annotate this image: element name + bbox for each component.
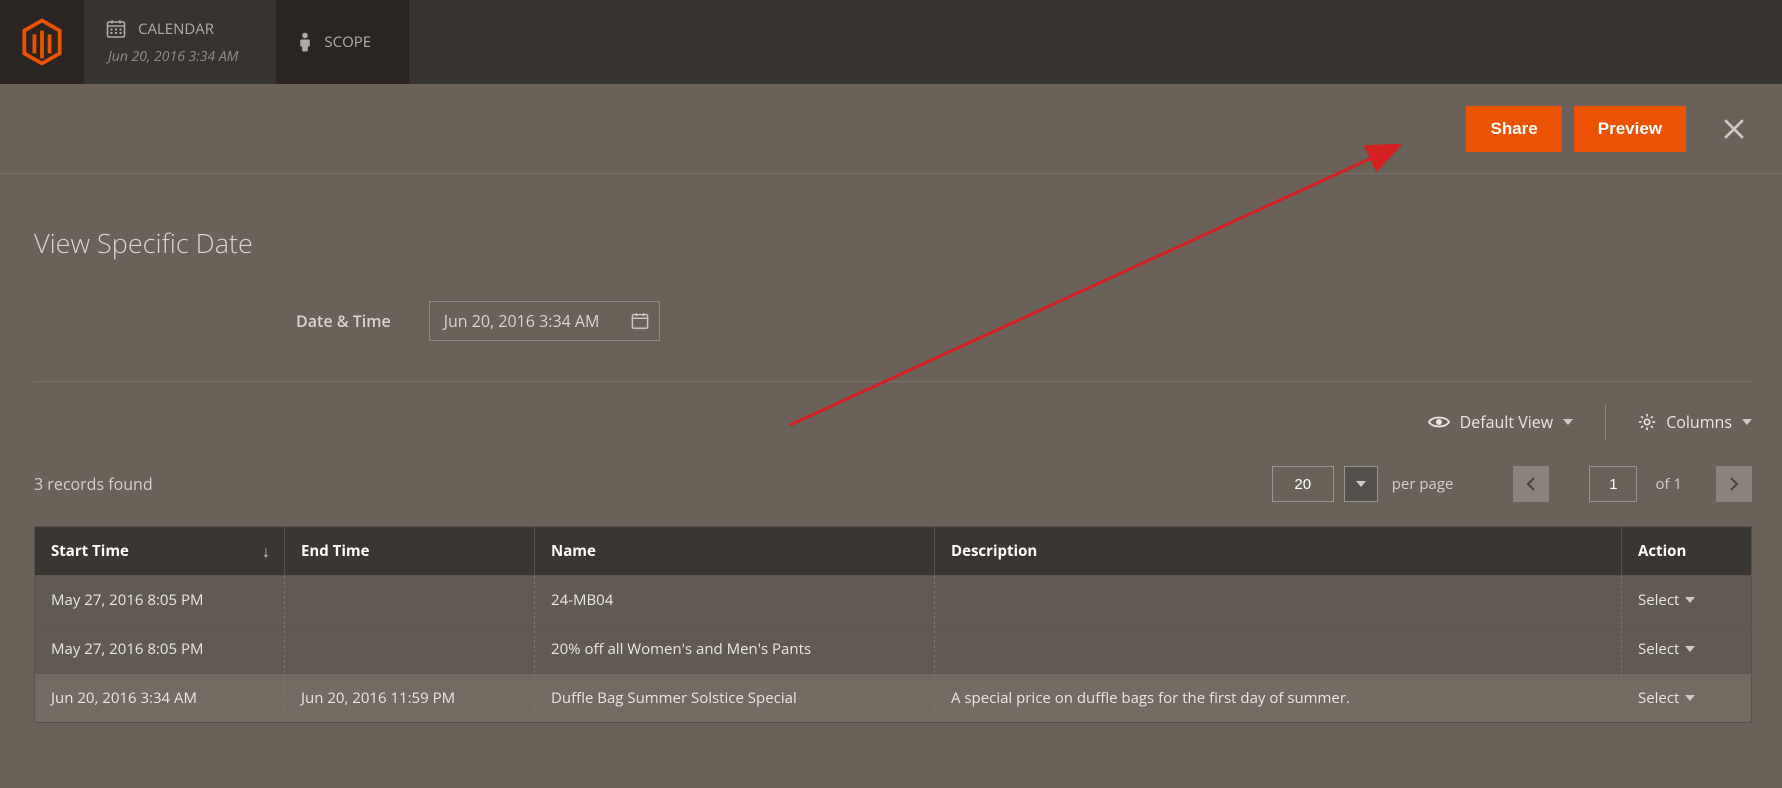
chevron-down-icon <box>1563 419 1573 425</box>
cell-name: 20% off all Women's and Men's Pants <box>535 625 935 674</box>
date-time-value: Jun 20, 2016 3:34 AM <box>444 310 600 332</box>
chevron-down-icon <box>1742 419 1752 425</box>
records-found-text: 3 records found <box>34 473 153 495</box>
cell-start: May 27, 2016 8:05 PM <box>35 576 285 625</box>
chevron-down-icon <box>1685 597 1695 603</box>
cell-end: Jun 20, 2016 11:59 PM <box>285 674 535 723</box>
chevron-down-icon <box>1685 646 1695 652</box>
select-action[interactable]: Select <box>1638 639 1695 659</box>
pager: per page of 1 <box>1272 466 1752 502</box>
chevron-down-icon <box>1685 695 1695 701</box>
topbar-spacer <box>409 0 1782 84</box>
content: View Specific Date Date & Time Jun 20, 2… <box>0 174 1782 723</box>
tab-scope[interactable]: SCOPE <box>276 0 409 84</box>
toolbar-divider <box>1605 404 1606 440</box>
page-input[interactable] <box>1589 466 1637 502</box>
per-page-input[interactable] <box>1272 466 1334 502</box>
cell-action: Select <box>1622 625 1752 674</box>
cell-desc: A special price on duffle bags for the f… <box>935 674 1622 723</box>
cell-name: 24-MB04 <box>535 576 935 625</box>
person-icon <box>298 32 312 52</box>
next-page-button[interactable] <box>1716 466 1752 502</box>
close-icon <box>1723 118 1745 140</box>
date-time-row: Date & Time Jun 20, 2016 3:34 AM <box>34 301 1752 382</box>
col-header-end-time[interactable]: End Time <box>285 527 535 576</box>
columns-dropdown[interactable]: Columns <box>1638 411 1752 433</box>
col-header-start-time[interactable]: Start Time ↓ <box>35 527 285 576</box>
tab-calendar-label: CALENDAR <box>138 19 214 39</box>
cell-name: Duffle Bag Summer Solstice Special <box>535 674 935 723</box>
calendar-icon <box>631 312 649 330</box>
col-header-action[interactable]: Action <box>1622 527 1752 576</box>
magento-logo-icon <box>21 18 63 66</box>
sort-desc-icon: ↓ <box>262 540 270 562</box>
gear-icon <box>1638 413 1656 431</box>
col-header-name[interactable]: Name <box>535 527 935 576</box>
chevron-down-icon <box>1356 481 1366 487</box>
chevron-right-icon <box>1729 477 1739 491</box>
table-row[interactable]: May 27, 2016 8:05 PM 24-MB04 Select <box>35 576 1752 625</box>
magento-logo <box>0 0 84 84</box>
preview-button[interactable]: Preview <box>1574 106 1686 152</box>
eye-icon <box>1428 415 1450 429</box>
date-time-input[interactable]: Jun 20, 2016 3:34 AM <box>429 301 661 341</box>
chevron-left-icon <box>1526 477 1536 491</box>
default-view-label: Default View <box>1460 411 1554 433</box>
per-page-label: per page <box>1392 474 1454 494</box>
per-page-dropdown[interactable] <box>1344 466 1378 502</box>
share-button[interactable]: Share <box>1466 106 1561 152</box>
cell-start: May 27, 2016 8:05 PM <box>35 625 285 674</box>
table-row[interactable]: May 27, 2016 8:05 PM 20% off all Women's … <box>35 625 1752 674</box>
select-action[interactable]: Select <box>1638 688 1695 708</box>
data-grid: Start Time ↓ End Time Name Description A… <box>34 526 1752 723</box>
cell-action: Select <box>1622 674 1752 723</box>
cell-action: Select <box>1622 576 1752 625</box>
cell-desc <box>935 576 1622 625</box>
tab-scope-label: SCOPE <box>324 32 371 52</box>
page-total-label: of 1 <box>1655 474 1682 494</box>
page-title: View Specific Date <box>34 224 1752 261</box>
col-header-description[interactable]: Description <box>935 527 1622 576</box>
close-button[interactable] <box>1710 105 1758 153</box>
tab-calendar[interactable]: CALENDAR Jun 20, 2016 3:34 AM <box>84 0 276 84</box>
tab-calendar-subtext: Jun 20, 2016 3:34 AM <box>108 47 238 66</box>
default-view-dropdown[interactable]: Default View <box>1428 411 1574 433</box>
calendar-icon <box>106 19 126 39</box>
cell-desc <box>935 625 1622 674</box>
top-bar: CALENDAR Jun 20, 2016 3:34 AM SCOPE <box>0 0 1782 84</box>
records-bar: 3 records found per page of 1 <box>34 462 1752 526</box>
columns-label: Columns <box>1666 411 1732 433</box>
date-time-label: Date & Time <box>296 310 391 332</box>
header-bar: Share Preview <box>0 84 1782 174</box>
prev-page-button[interactable] <box>1513 466 1549 502</box>
cell-end <box>285 625 535 674</box>
select-action[interactable]: Select <box>1638 590 1695 610</box>
cell-start: Jun 20, 2016 3:34 AM <box>35 674 285 723</box>
grid-toolbar: Default View Columns <box>34 396 1752 462</box>
cell-end <box>285 576 535 625</box>
table-row[interactable]: Jun 20, 2016 3:34 AMJun 20, 2016 11:59 P… <box>35 674 1752 723</box>
